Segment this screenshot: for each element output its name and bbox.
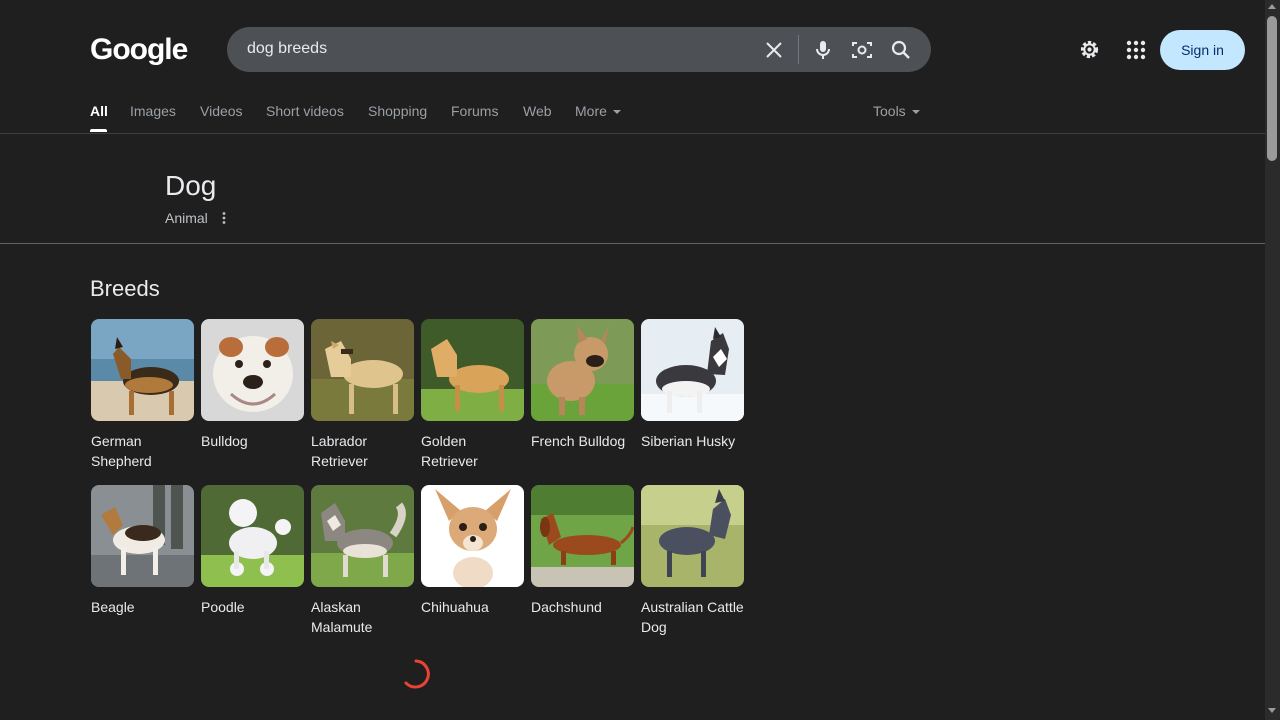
tab-more-label: More xyxy=(575,103,607,119)
clear-icon[interactable] xyxy=(762,38,786,62)
dachshund-image xyxy=(531,485,634,587)
breed-name: Labrador Retriever xyxy=(311,433,368,469)
caret-down-icon xyxy=(911,110,920,115)
breed-name: Bulldog xyxy=(201,433,248,449)
breed-name: Siberian Husky xyxy=(641,433,736,449)
chihuahua-image xyxy=(421,485,524,587)
entity-subtitle: Animal xyxy=(165,210,208,226)
scroll-down-arrow-icon[interactable] xyxy=(1268,708,1276,713)
caret-down-icon xyxy=(612,110,621,115)
google-logo[interactable]: Google xyxy=(90,33,188,67)
bulldog-image xyxy=(201,319,304,421)
breed-name: Golden Retriever xyxy=(421,433,478,469)
labrador-retriever-image xyxy=(311,319,414,421)
tools-label: Tools xyxy=(873,103,906,119)
tab-shopping[interactable]: Shopping xyxy=(368,103,427,119)
breed-name: Australian Cattle Dog xyxy=(641,599,744,635)
sign-in-button[interactable]: Sign in xyxy=(1160,30,1245,70)
tabs-divider xyxy=(0,133,1265,134)
loading-spinner-icon xyxy=(404,659,430,689)
search-icon[interactable] xyxy=(889,38,913,62)
camera-lens-icon[interactable] xyxy=(850,38,874,62)
breed-card-labrador-retriever[interactable]: Labrador Retriever xyxy=(311,319,414,471)
tab-videos[interactable]: Videos xyxy=(200,103,243,119)
tab-more[interactable]: More xyxy=(575,103,621,119)
breed-card-french-bulldog[interactable]: French Bulldog xyxy=(531,319,634,451)
breed-name: French Bulldog xyxy=(531,433,626,449)
french-bulldog-image xyxy=(531,319,634,421)
entity-divider xyxy=(0,243,1265,244)
search-box[interactable]: dog breeds xyxy=(227,27,931,72)
breed-name: Chihuahua xyxy=(421,599,489,615)
breed-card-bulldog[interactable]: Bulldog xyxy=(201,319,304,451)
beagle-image xyxy=(91,485,194,587)
entity-title: Dog xyxy=(165,170,217,201)
german-shepherd-image xyxy=(91,319,194,421)
tab-web[interactable]: Web xyxy=(523,103,552,119)
golden-retriever-image xyxy=(421,319,524,421)
settings-gear-icon[interactable] xyxy=(1077,37,1102,62)
apps-grid-icon[interactable] xyxy=(1124,38,1148,62)
tab-all[interactable]: All xyxy=(90,103,108,119)
tools-button[interactable]: Tools xyxy=(873,103,920,119)
breed-name: German Shepherd xyxy=(91,433,152,469)
breed-card-siberian-husky[interactable]: Siberian Husky xyxy=(641,319,744,451)
scrollbar-thumb[interactable] xyxy=(1267,16,1277,161)
breed-card-chihuahua[interactable]: Chihuahua xyxy=(421,485,524,617)
breed-card-poodle[interactable]: Poodle xyxy=(201,485,304,617)
breed-name: Alaskan Malamute xyxy=(311,599,373,635)
page-scrollbar[interactable] xyxy=(1265,0,1280,720)
tab-forums[interactable]: Forums xyxy=(451,103,498,119)
australian-cattle-dog-image xyxy=(641,485,744,587)
breed-name: Dachshund xyxy=(531,599,602,615)
active-tab-indicator xyxy=(90,129,107,132)
more-vert-icon[interactable] xyxy=(218,210,230,226)
alaskan-malamute-image xyxy=(311,485,414,587)
breed-card-alaskan-malamute[interactable]: Alaskan Malamute xyxy=(311,485,414,637)
microphone-icon[interactable] xyxy=(811,38,835,62)
tab-short-videos[interactable]: Short videos xyxy=(266,103,344,119)
breed-card-german-shepherd[interactable]: German Shepherd xyxy=(91,319,194,471)
search-input[interactable]: dog breeds xyxy=(247,40,327,58)
breeds-section-title: Breeds xyxy=(90,276,160,301)
search-divider xyxy=(798,35,799,64)
poodle-image xyxy=(201,485,304,587)
breed-card-golden-retriever[interactable]: Golden Retriever xyxy=(421,319,524,471)
breed-card-beagle[interactable]: Beagle xyxy=(91,485,194,617)
scroll-up-arrow-icon[interactable] xyxy=(1268,4,1276,9)
breed-card-dachshund[interactable]: Dachshund xyxy=(531,485,634,617)
siberian-husky-image xyxy=(641,319,744,421)
tab-images[interactable]: Images xyxy=(130,103,176,119)
breed-card-australian-cattle-dog[interactable]: Australian Cattle Dog xyxy=(641,485,744,637)
breed-name: Poodle xyxy=(201,599,245,615)
breed-name: Beagle xyxy=(91,599,135,615)
